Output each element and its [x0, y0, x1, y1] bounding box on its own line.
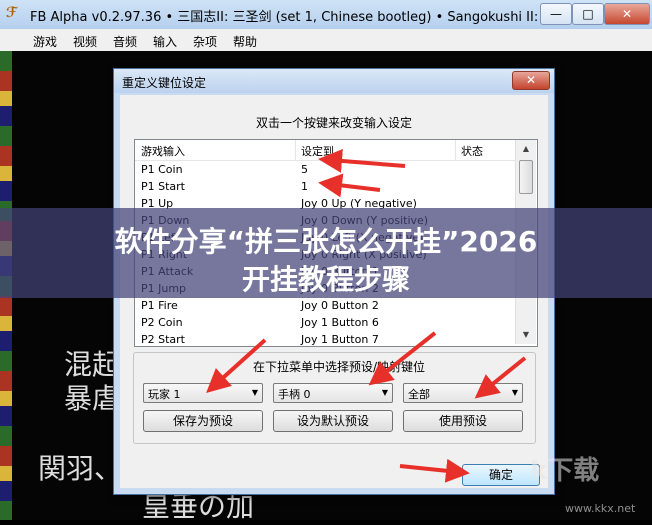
- cell-mapped: Joy 1 Button 6: [301, 316, 379, 329]
- scope-select-value: 全部: [408, 388, 430, 401]
- player-select[interactable]: 玩家 1 ▼: [143, 383, 263, 403]
- controller-select-value: 手柄 0: [278, 388, 311, 401]
- column-separator: [455, 140, 456, 160]
- menu-input[interactable]: 输入: [153, 33, 177, 50]
- save-preset-button[interactable]: 保存为预设: [143, 410, 263, 432]
- watermark-logo: k下载: [530, 456, 600, 486]
- table-row[interactable]: P1 Coin 5: [135, 161, 515, 178]
- cell-input: P1 Coin: [141, 163, 183, 176]
- list-header: 游戏输入 设定到 状态: [135, 140, 515, 161]
- minimize-button[interactable]: —: [540, 3, 572, 25]
- menu-help[interactable]: 帮助: [233, 33, 257, 50]
- cell-mapped: 5: [301, 163, 308, 176]
- column-header-mapped[interactable]: 设定到: [301, 143, 334, 159]
- cell-mapped: Joy 0 Button 2: [301, 299, 379, 312]
- controller-select[interactable]: 手柄 0 ▼: [273, 383, 393, 403]
- maximize-button[interactable]: □: [572, 3, 604, 25]
- cell-input: P1 Start: [141, 180, 185, 193]
- chevron-down-icon: ▼: [511, 388, 518, 397]
- menu-bar: 游戏 视频 音频 输入 杂项 帮助: [0, 29, 652, 52]
- table-row[interactable]: P2 Start Joy 1 Button 7: [135, 331, 515, 346]
- cell-mapped: Joy 1 Button 7: [301, 333, 379, 346]
- use-preset-button[interactable]: 使用预设: [403, 410, 523, 432]
- game-text-line2: 暴虐: [64, 382, 121, 415]
- menu-misc[interactable]: 杂项: [193, 33, 217, 50]
- table-row[interactable]: P1 Start 1: [135, 178, 515, 195]
- table-row[interactable]: P1 Fire Joy 0 Button 2: [135, 297, 515, 314]
- preset-group-label: 在下拉菜单中选择预设/映射键位: [251, 358, 428, 375]
- watermark-url: www.kkx.net: [565, 502, 636, 515]
- overlay-banner: 软件分享“拼三张怎么开挂”2026 开挂教程步骤: [0, 208, 652, 298]
- menu-audio[interactable]: 音频: [113, 33, 137, 50]
- scroll-thumb[interactable]: [519, 160, 533, 194]
- cell-input: P2 Coin: [141, 316, 183, 329]
- column-separator: [295, 140, 296, 160]
- player-select-value: 玩家 1: [148, 388, 181, 401]
- preset-group: 在下拉菜单中选择预设/映射键位 玩家 1 ▼ 手柄 0 ▼ 全部 ▼ 保存为预设…: [133, 352, 536, 444]
- game-text-line3: 関羽、: [38, 452, 123, 485]
- close-button[interactable]: ✕: [604, 3, 650, 25]
- cell-mapped: 1: [301, 180, 308, 193]
- dialog-close-button[interactable]: ✕: [512, 71, 550, 90]
- menu-game[interactable]: 游戏: [33, 33, 57, 50]
- banner-title-line1: 软件分享“拼三张怎么开挂”2026: [114, 225, 538, 258]
- banner-title-line2: 开挂教程步骤: [241, 263, 410, 296]
- chevron-down-icon: ▼: [251, 388, 258, 397]
- scope-select[interactable]: 全部 ▼: [403, 383, 523, 403]
- column-header-state[interactable]: 状态: [461, 143, 483, 159]
- cell-input: P2 Start: [141, 333, 185, 346]
- ok-button[interactable]: 确定: [462, 464, 540, 486]
- scroll-up-icon[interactable]: ▲: [519, 142, 533, 156]
- chevron-down-icon: ▼: [381, 388, 388, 397]
- scroll-down-icon[interactable]: ▼: [519, 328, 533, 342]
- app-icon: ℱ: [6, 5, 18, 21]
- window-titlebar: ℱ FB Alpha v0.2.97.36 • 三国志II: 三圣剑 (set …: [0, 0, 652, 30]
- cell-input: P1 Fire: [141, 299, 178, 312]
- dialog-titlebar: 重定义键位设定 ✕: [114, 69, 554, 93]
- menu-video[interactable]: 视频: [73, 33, 97, 50]
- column-header-input[interactable]: 游戏输入: [141, 143, 185, 159]
- set-default-preset-button[interactable]: 设为默认预设: [273, 410, 393, 432]
- dialog-title: 重定义键位设定: [122, 76, 207, 90]
- instruction-text: 双击一个按键来改变输入设定: [255, 116, 412, 130]
- window-title: FB Alpha v0.2.97.36 • 三国志II: 三圣剑 (set 1,…: [30, 10, 617, 25]
- table-row[interactable]: P2 Coin Joy 1 Button 6: [135, 314, 515, 331]
